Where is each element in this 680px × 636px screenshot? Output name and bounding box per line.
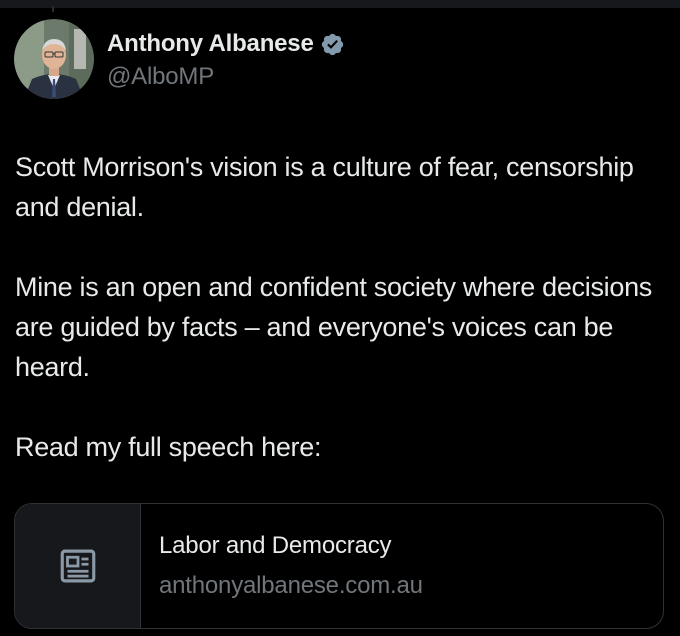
tweet-paragraph: Read my full speech here: [15, 432, 322, 462]
tweet-header: Anthony Albanese @AlboMP [14, 19, 345, 99]
verified-badge-icon [320, 32, 345, 57]
tweet-paragraph: Scott Morrison's vision is a culture of … [15, 152, 634, 222]
link-card-thumbnail [15, 504, 141, 628]
display-name[interactable]: Anthony Albanese [107, 30, 314, 58]
avatar[interactable] [14, 19, 94, 99]
article-icon [60, 549, 95, 583]
display-name-row: Anthony Albanese [107, 27, 345, 61]
author-handle[interactable]: @AlboMP [107, 63, 345, 91]
top-divider [0, 0, 680, 12]
profile-photo-icon [14, 19, 94, 99]
tweet-paragraph: Mine is an open and confident society wh… [15, 272, 652, 382]
link-preview-card[interactable]: Labor and Democracy anthonyalbanese.com.… [14, 503, 664, 629]
author-names: Anthony Albanese @AlboMP [107, 27, 345, 91]
tweet-text: Scott Morrison's vision is a culture of … [15, 147, 655, 467]
link-card-domain[interactable]: anthonyalbanese.com.au [159, 572, 423, 600]
divider-tick [52, 6, 54, 12]
link-card-body: Labor and Democracy anthonyalbanese.com.… [141, 504, 423, 628]
link-card-title[interactable]: Labor and Democracy [159, 532, 423, 560]
